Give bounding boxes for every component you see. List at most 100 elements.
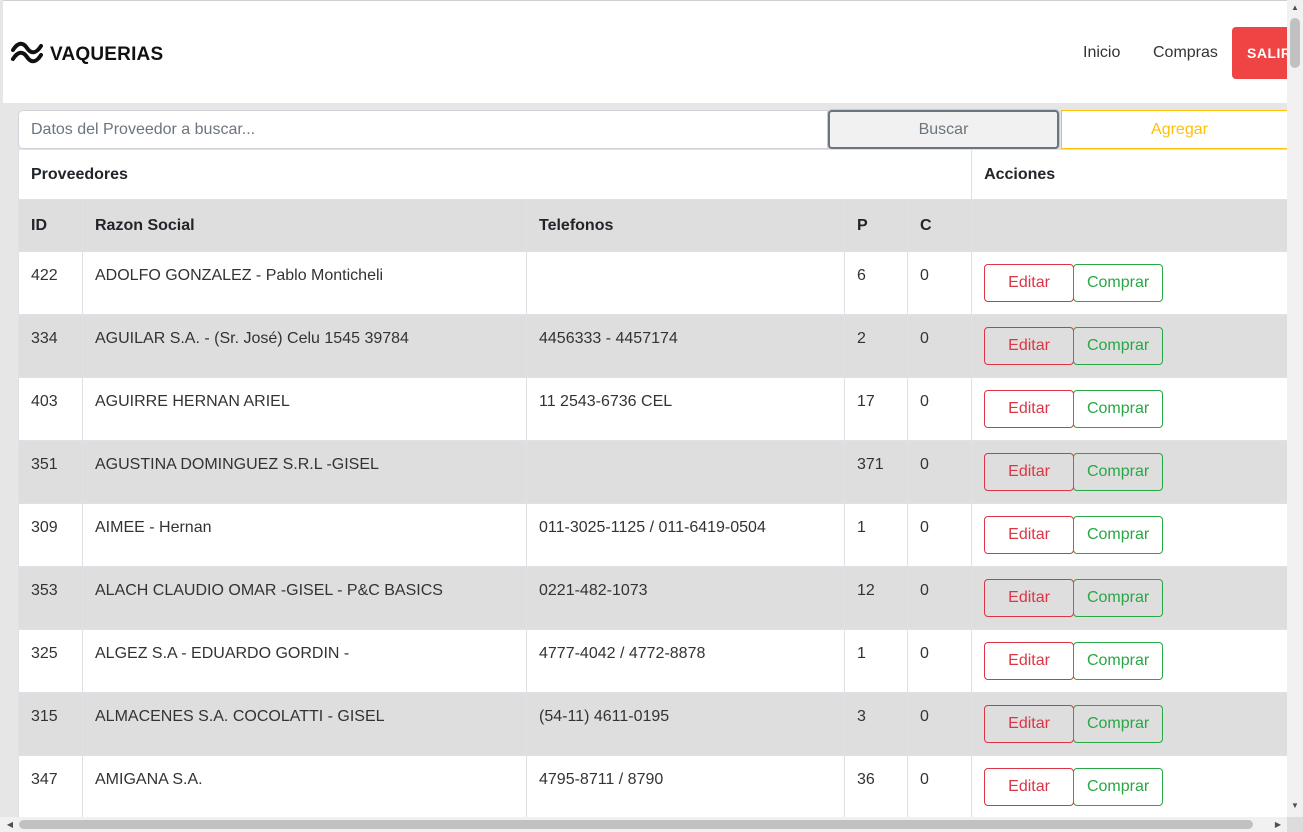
cell-telefonos: 4456333 - 4457174 [526,314,845,378]
table-row: 422 ADOLFO GONZALEZ - Pablo Monticheli 6… [18,251,1287,315]
cell-telefonos: (54-11) 4611-0195 [526,692,845,756]
cell-p: 3 [844,692,908,756]
buy-button[interactable]: Comprar [1073,390,1164,428]
cell-razon-social: AIMEE - Hernan [82,503,527,567]
search-input[interactable] [18,110,828,149]
table-row: 347 AMIGANA S.A. 4795-8711 / 8790 36 0 E… [18,755,1287,817]
cell-actions: Editar Comprar [971,314,1287,378]
cell-c: 0 [906,755,973,817]
cell-razon-social: AMIGANA S.A. [82,755,527,817]
table-row: 403 AGUIRRE HERNAN ARIEL 11 2543-6736 CE… [18,377,1287,441]
column-header-id[interactable]: ID [18,199,83,252]
cell-id: 347 [18,755,83,817]
cell-c: 0 [906,503,973,567]
table-row: 353 ALACH CLAUDIO OMAR -GISEL - P&C BASI… [18,566,1287,630]
cell-actions: Editar Comprar [971,503,1287,567]
nav-link-compras[interactable]: Compras [1153,44,1218,62]
cell-c: 0 [906,377,973,441]
cell-telefonos: 11 2543-6736 CEL [526,377,845,441]
cell-p: 6 [844,251,908,315]
logout-button[interactable]: SALIR [1232,27,1287,79]
cell-actions: Editar Comprar [971,440,1287,504]
buy-button[interactable]: Comprar [1073,705,1164,743]
table-row: 315 ALMACENES S.A. COCOLATTI - GISEL (54… [18,692,1287,756]
column-header-telefonos[interactable]: Telefonos [526,199,845,252]
buy-button[interactable]: Comprar [1073,768,1164,806]
buy-button[interactable]: Comprar [1073,453,1164,491]
nav-link-inicio[interactable]: Inicio [1083,44,1120,62]
buy-button[interactable]: Comprar [1073,642,1164,680]
scroll-left-arrow-icon[interactable]: ◀ [2,817,18,832]
column-header-c[interactable]: C [906,199,973,252]
brand[interactable]: VAQUERIAS [11,39,163,70]
cell-c: 0 [906,251,973,315]
cell-p: 371 [844,440,908,504]
edit-button[interactable]: Editar [984,327,1075,365]
table-row: 325 ALGEZ S.A - EDUARDO GORDIN - 4777-40… [18,629,1287,693]
cell-telefonos: 4795-8711 / 8790 [526,755,845,817]
vertical-scrollbar[interactable]: ▲ ▼ [1287,0,1303,817]
cell-razon-social: ALMACENES S.A. COCOLATTI - GISEL [82,692,527,756]
cell-c: 0 [906,629,973,693]
cell-telefonos [526,251,845,315]
cell-p: 17 [844,377,908,441]
cell-razon-social: AGUIRRE HERNAN ARIEL [82,377,527,441]
edit-button[interactable]: Editar [984,516,1075,554]
cell-actions: Editar Comprar [971,755,1287,817]
cell-p: 1 [844,629,908,693]
cell-actions: Editar Comprar [971,251,1287,315]
edit-button[interactable]: Editar [984,264,1075,302]
scroll-up-arrow-icon[interactable]: ▲ [1287,0,1303,16]
cell-razon-social: ADOLFO GONZALEZ - Pablo Monticheli [82,251,527,315]
scroll-right-arrow-icon[interactable]: ▶ [1270,817,1286,832]
cell-razon-social: AGUILAR S.A. - (Sr. José) Celu 1545 3978… [82,314,527,378]
cell-actions: Editar Comprar [971,692,1287,756]
cell-id: 315 [18,692,83,756]
cell-telefonos: 0221-482-1073 [526,566,845,630]
cell-id: 353 [18,566,83,630]
cell-p: 1 [844,503,908,567]
edit-button[interactable]: Editar [984,768,1075,806]
edit-button[interactable]: Editar [984,390,1075,428]
app-viewport: VAQUERIAS Inicio Compras SALIR Buscar Ag… [3,0,1287,817]
cell-telefonos: 011-3025-1125 / 011-6419-0504 [526,503,845,567]
providers-header: Proveedores [17,149,973,200]
search-button[interactable]: Buscar [828,110,1059,149]
buy-button[interactable]: Comprar [1073,264,1164,302]
buy-button[interactable]: Comprar [1073,579,1164,617]
cell-id: 309 [18,503,83,567]
actions-header: Acciones [971,149,1287,200]
cell-telefonos: 4777-4042 / 4772-8878 [526,629,845,693]
cell-actions: Editar Comprar [971,377,1287,441]
column-header-razon-social[interactable]: Razon Social [82,199,527,252]
cell-telefonos [526,440,845,504]
cell-id: 334 [18,314,83,378]
cell-p: 12 [844,566,908,630]
cell-razon-social: ALACH CLAUDIO OMAR -GISEL - P&C BASICS [82,566,527,630]
add-provider-button[interactable]: Agregar [1061,110,1287,149]
edit-button[interactable]: Editar [984,579,1075,617]
providers-table: Proveedores Acciones ID Razon Social Tel… [17,149,1287,817]
buy-button[interactable]: Comprar [1073,327,1164,365]
cell-id: 351 [18,440,83,504]
vertical-scrollbar-thumb[interactable] [1290,18,1300,68]
column-header-p[interactable]: P [844,199,908,252]
wave-icon [11,39,43,70]
cell-actions: Editar Comprar [971,566,1287,630]
edit-button[interactable]: Editar [984,642,1075,680]
cell-c: 0 [906,440,973,504]
cell-p: 2 [844,314,908,378]
column-header-actions [971,199,1287,252]
cell-c: 0 [906,692,973,756]
cell-id: 403 [18,377,83,441]
scroll-down-arrow-icon[interactable]: ▼ [1287,798,1303,814]
cell-razon-social: AGUSTINA DOMINGUEZ S.R.L -GISEL [82,440,527,504]
horizontal-scrollbar-thumb[interactable] [19,820,1253,829]
buy-button[interactable]: Comprar [1073,516,1164,554]
providers-table-wrapper: Proveedores Acciones ID Razon Social Tel… [17,149,1287,817]
cell-razon-social: ALGEZ S.A - EDUARDO GORDIN - [82,629,527,693]
cell-p: 36 [844,755,908,817]
edit-button[interactable]: Editar [984,705,1075,743]
horizontal-scrollbar[interactable]: ◀ ▶ [0,817,1287,832]
edit-button[interactable]: Editar [984,453,1075,491]
